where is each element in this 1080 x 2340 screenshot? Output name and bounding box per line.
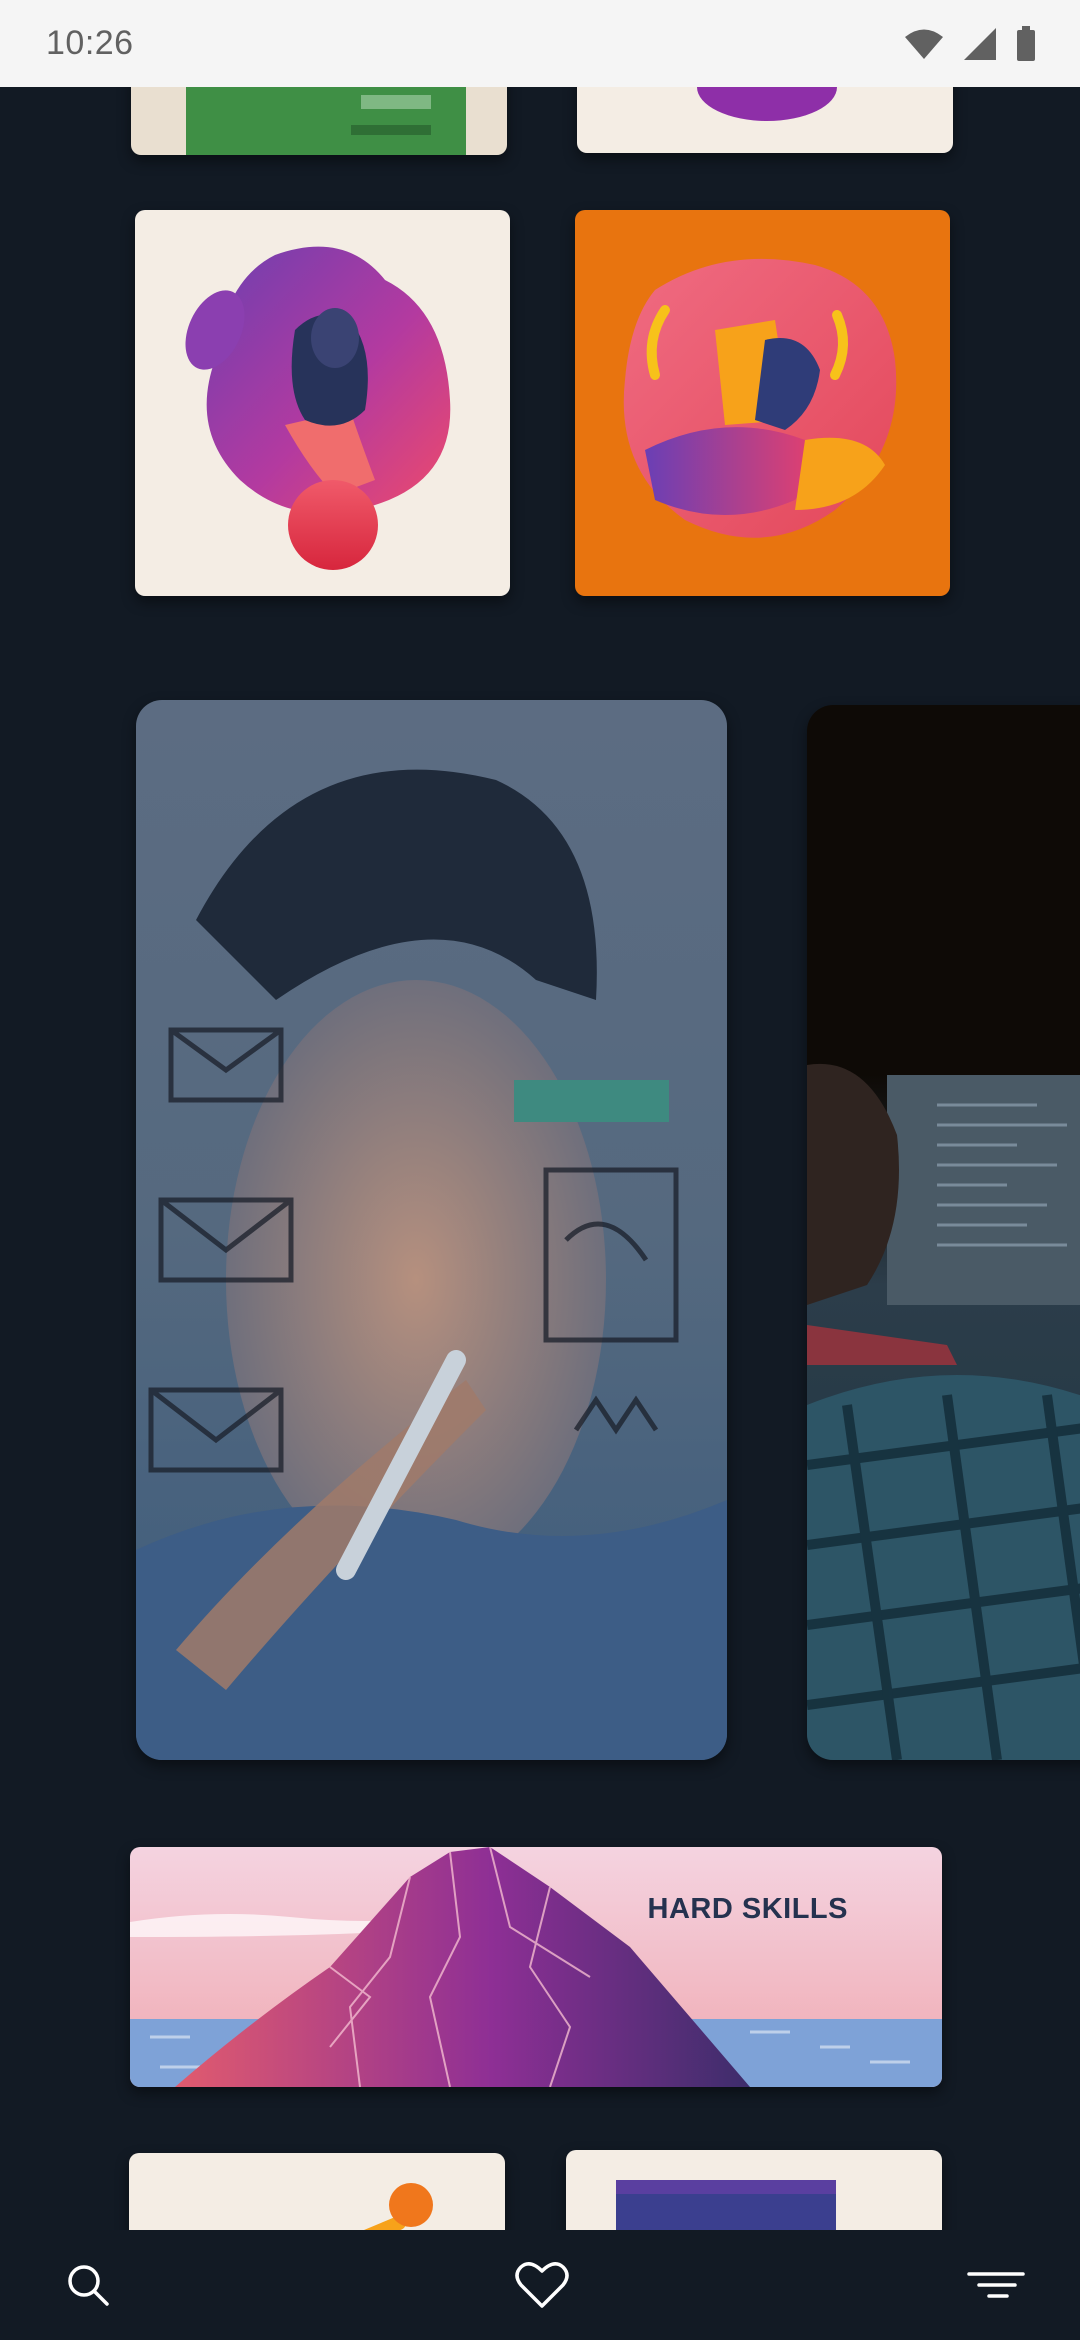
bottom-nav [0, 2230, 1080, 2340]
card-hard-skills[interactable]: HARD SKILLS [130, 1847, 942, 2087]
card-coding-video[interactable] [807, 705, 1080, 1760]
card-whiteboard-video[interactable] [136, 700, 727, 1760]
menu-filter-icon [967, 2272, 1025, 2298]
feed[interactable]: HARD SKILLS [0, 87, 1080, 2230]
card-top-right-partial[interactable] [577, 87, 953, 153]
heart-icon [515, 2262, 569, 2308]
bottom-left-art [129, 2153, 505, 2230]
card-bottom-left-partial[interactable] [129, 2153, 505, 2230]
status-bar: 10:26 [0, 0, 1080, 87]
status-time: 10:26 [46, 24, 134, 62]
battery-icon [1016, 25, 1036, 62]
card-top-left-partial[interactable] [131, 87, 507, 155]
bottom-right-art [566, 2150, 942, 2230]
card-bottom-right-partial[interactable] [566, 2150, 942, 2230]
card-hand-phone[interactable] [575, 210, 950, 596]
status-icons [904, 25, 1036, 62]
hard-skills-label: HARD SKILLS [647, 1893, 848, 1925]
favorites-button[interactable] [512, 2255, 572, 2315]
card-top-left-art [131, 87, 507, 155]
hand-microphone-illustration [135, 210, 510, 596]
whiteboard-video-thumbnail [136, 700, 727, 1760]
search-button[interactable] [58, 2255, 118, 2315]
wifi-icon [904, 28, 944, 60]
coding-video-thumbnail [807, 705, 1080, 1760]
hand-phone-illustration [575, 210, 950, 596]
card-hand-microphone[interactable] [135, 210, 510, 596]
search-icon [68, 2265, 109, 2306]
card-top-right-art [577, 87, 953, 153]
menu-button[interactable] [966, 2255, 1026, 2315]
cellular-signal-icon [962, 27, 998, 61]
hard-skills-mountain-art [130, 1847, 942, 2087]
